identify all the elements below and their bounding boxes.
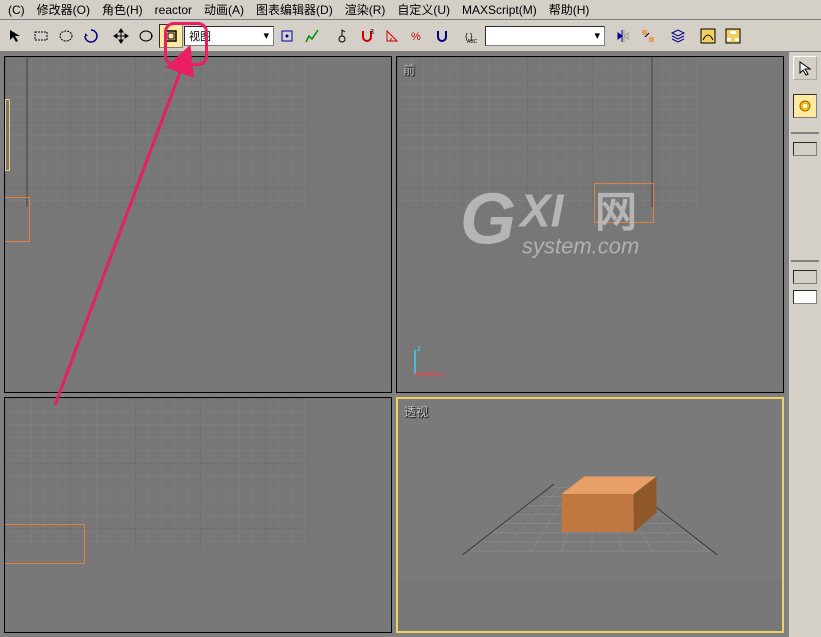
selection-edge — [5, 99, 10, 171]
separator — [791, 260, 819, 262]
align-button[interactable] — [636, 24, 660, 48]
menu-help[interactable]: 帮助(H) — [543, 0, 596, 20]
separator — [791, 132, 819, 134]
selection-box — [4, 197, 30, 242]
select-region-circle-button[interactable] — [54, 24, 78, 48]
svg-text:3: 3 — [370, 29, 374, 36]
menu-c[interactable]: (C) — [2, 1, 31, 19]
viewport-left[interactable] — [4, 397, 392, 633]
svg-text:system.com: system.com — [522, 233, 639, 258]
viewport-area: 前 G XI 网 system.com z x — [0, 52, 788, 637]
svg-text:x: x — [440, 370, 444, 379]
use-pivot-button[interactable] — [275, 24, 299, 48]
layers-button[interactable] — [666, 24, 690, 48]
selection-box — [594, 183, 654, 223]
axis-gizmo: z x — [407, 342, 447, 382]
select-cycle-button[interactable] — [79, 24, 103, 48]
snap-toggle-button[interactable]: 3 — [355, 24, 379, 48]
panel-slot[interactable] — [793, 142, 817, 156]
perspective-grid — [398, 399, 782, 581]
curve-editor-button[interactable] — [696, 24, 720, 48]
menu-reactor[interactable]: reactor — [149, 1, 198, 19]
panel-slot[interactable] — [793, 270, 817, 284]
move-button[interactable] — [109, 24, 133, 48]
svg-text:z: z — [417, 344, 421, 353]
mirror-button[interactable] — [611, 24, 635, 48]
named-selection-dropdown[interactable]: ▾ — [485, 26, 605, 46]
select-manipulate-button[interactable] — [300, 24, 324, 48]
menu-bar: (C) 修改器(O) 角色(H) reactor 动画(A) 图表编辑器(D) … — [0, 0, 821, 20]
reference-coord-dropdown[interactable]: 视图▾ — [184, 26, 274, 46]
select-object-button[interactable] — [4, 24, 28, 48]
viewport-label-perspective: 透视 — [404, 403, 428, 420]
menu-customize[interactable]: 自定义(U) — [391, 0, 456, 20]
percent-snap-button[interactable]: % — [405, 24, 429, 48]
angle-snap-button[interactable] — [380, 24, 404, 48]
menu-modifier[interactable]: 修改器(O) — [31, 0, 96, 20]
keyboard-shortcut-button[interactable] — [330, 24, 354, 48]
select-region-rect-button[interactable] — [29, 24, 53, 48]
menu-animation[interactable]: 动画(A) — [198, 0, 250, 20]
panel-slot[interactable] — [793, 290, 817, 304]
menu-render[interactable]: 渲染(R) — [339, 0, 392, 20]
grid — [5, 57, 305, 207]
menu-grapheditor[interactable]: 图表编辑器(D) — [250, 0, 339, 20]
spinner-snap-button[interactable] — [430, 24, 454, 48]
svg-text:ABC: ABC — [467, 39, 478, 44]
schematic-view-button[interactable] — [721, 24, 745, 48]
box-3d — [561, 477, 656, 533]
create-panel-icon[interactable] — [793, 94, 817, 118]
menu-maxscript[interactable]: MAXScript(M) — [456, 1, 543, 19]
named-selection-button[interactable]: { }ABC — [460, 24, 484, 48]
cursor-icon[interactable] — [793, 56, 817, 80]
viewport-perspective[interactable]: 透视 — [396, 397, 784, 633]
menu-character[interactable]: 角色(H) — [96, 0, 149, 20]
viewport-top[interactable] — [4, 56, 392, 393]
svg-text:%: % — [411, 31, 421, 43]
viewport-label-front: 前 — [403, 61, 415, 78]
reference-coord-value: 视图 — [189, 28, 211, 44]
rotate-button[interactable] — [134, 24, 158, 48]
main-toolbar: 视图▾ 3 % { }ABC ▾ — [0, 20, 821, 52]
viewport-front[interactable]: 前 G XI 网 system.com z x — [396, 56, 784, 393]
command-panel — [788, 52, 821, 637]
selection-box — [4, 524, 85, 564]
scale-button[interactable] — [159, 24, 183, 48]
